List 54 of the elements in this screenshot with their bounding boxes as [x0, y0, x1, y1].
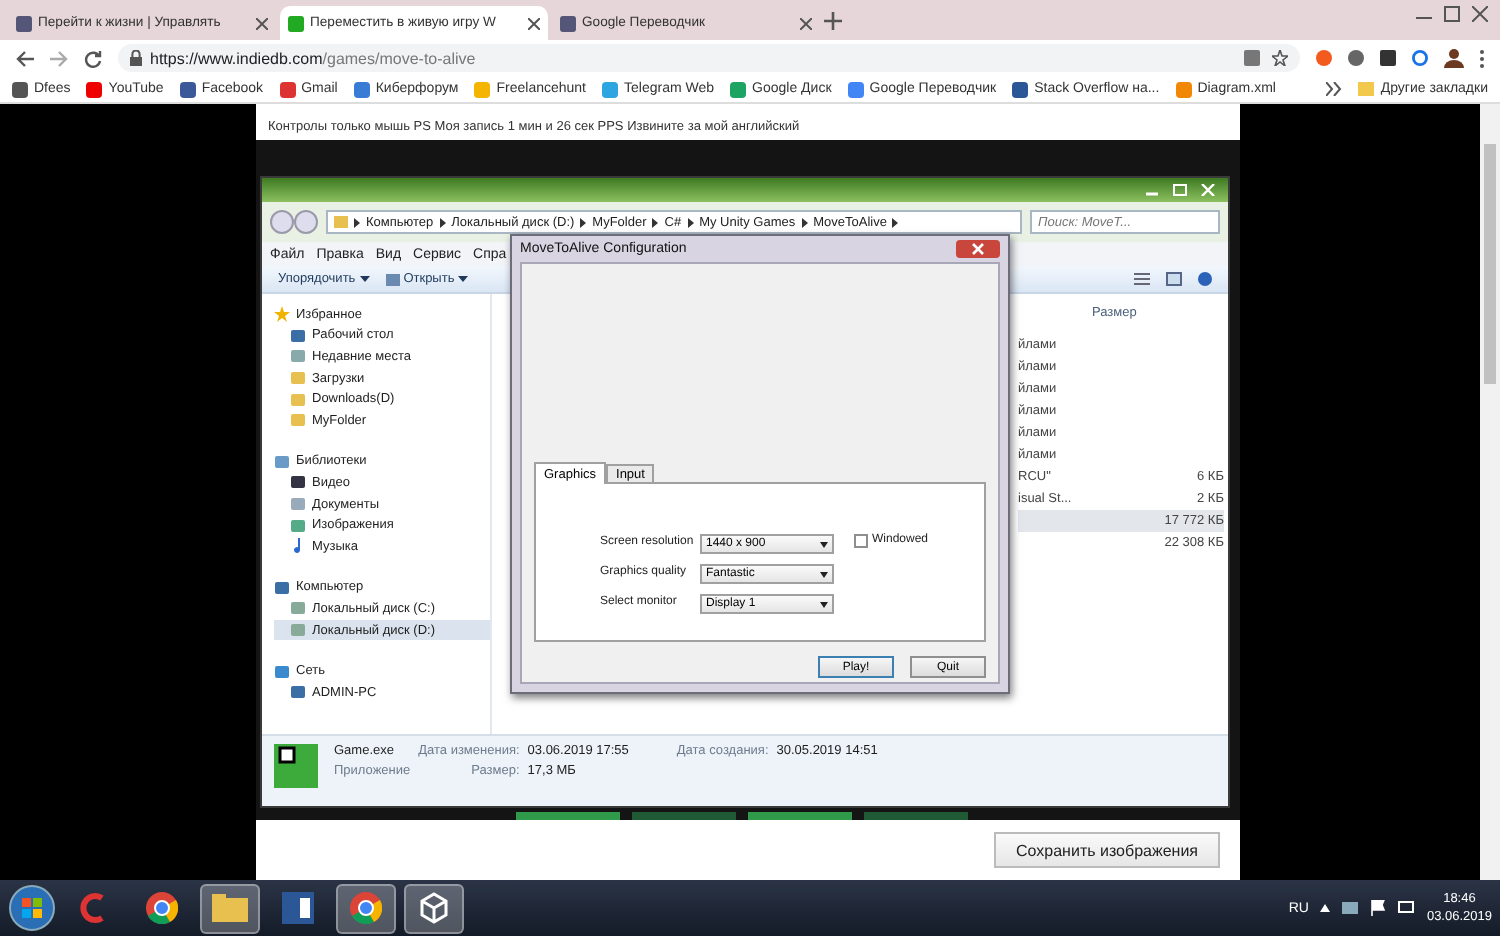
scrollbar-thumb[interactable] — [1484, 144, 1496, 384]
w-logo-icon — [282, 892, 314, 924]
back-forward-icon — [270, 210, 318, 234]
save-images-button[interactable]: Сохранить изображения — [994, 832, 1220, 868]
chevron-icon — [354, 217, 360, 227]
reload-icon — [84, 49, 102, 67]
close-icon — [528, 17, 540, 29]
star-icon — [274, 306, 290, 323]
flag-icon — [1370, 900, 1387, 916]
taskbar-app[interactable] — [336, 883, 396, 933]
plus-icon — [824, 11, 842, 29]
chevron-icon — [580, 217, 587, 227]
star-icon — [1272, 50, 1288, 66]
square-icon — [1380, 50, 1396, 66]
avatar-icon — [1444, 48, 1464, 68]
display-icon — [1398, 900, 1415, 916]
chrome-icon — [146, 892, 178, 924]
chevron-icon — [687, 217, 694, 227]
back-icon — [16, 49, 34, 67]
chevron-icon — [801, 217, 808, 227]
url-text: https://www.indiedb.com/games/move-to-alive — [150, 49, 476, 67]
caret-icon — [359, 276, 370, 282]
lock-icon — [130, 50, 142, 66]
caret-icon — [820, 541, 828, 547]
close-icon — [956, 240, 1000, 258]
pane-icon — [1166, 272, 1182, 286]
taskbar-app[interactable] — [404, 883, 464, 933]
forward-icon — [50, 49, 68, 67]
up-arrow-icon — [1320, 904, 1331, 912]
address-bar[interactable]: https://www.indiedb.com/games/move-to-alive — [118, 44, 1300, 72]
caret-icon — [820, 571, 828, 577]
view-icon — [1134, 272, 1150, 286]
chevrons-icon — [1326, 82, 1343, 96]
close-icon — [800, 17, 812, 29]
c-logo-icon — [78, 892, 110, 924]
chevron-icon — [892, 217, 899, 227]
close-icon — [256, 17, 268, 29]
circle-icon — [1412, 50, 1428, 66]
app-icon — [274, 744, 318, 788]
taskbar-app[interactable] — [200, 883, 260, 933]
note-icon — [290, 538, 306, 555]
close-icon — [1472, 6, 1488, 22]
chrome-icon — [350, 892, 382, 924]
caret-icon — [458, 276, 469, 282]
chevron-icon — [439, 217, 446, 227]
close-icon — [1200, 184, 1216, 196]
maximize-icon — [1172, 184, 1188, 196]
start-icon — [8, 884, 56, 932]
help-icon — [1198, 272, 1212, 286]
maximize-icon — [1444, 6, 1460, 22]
chevron-icon — [652, 217, 659, 227]
caret-icon — [820, 601, 828, 607]
cube-icon — [418, 892, 450, 924]
checkbox[interactable] — [854, 534, 868, 548]
